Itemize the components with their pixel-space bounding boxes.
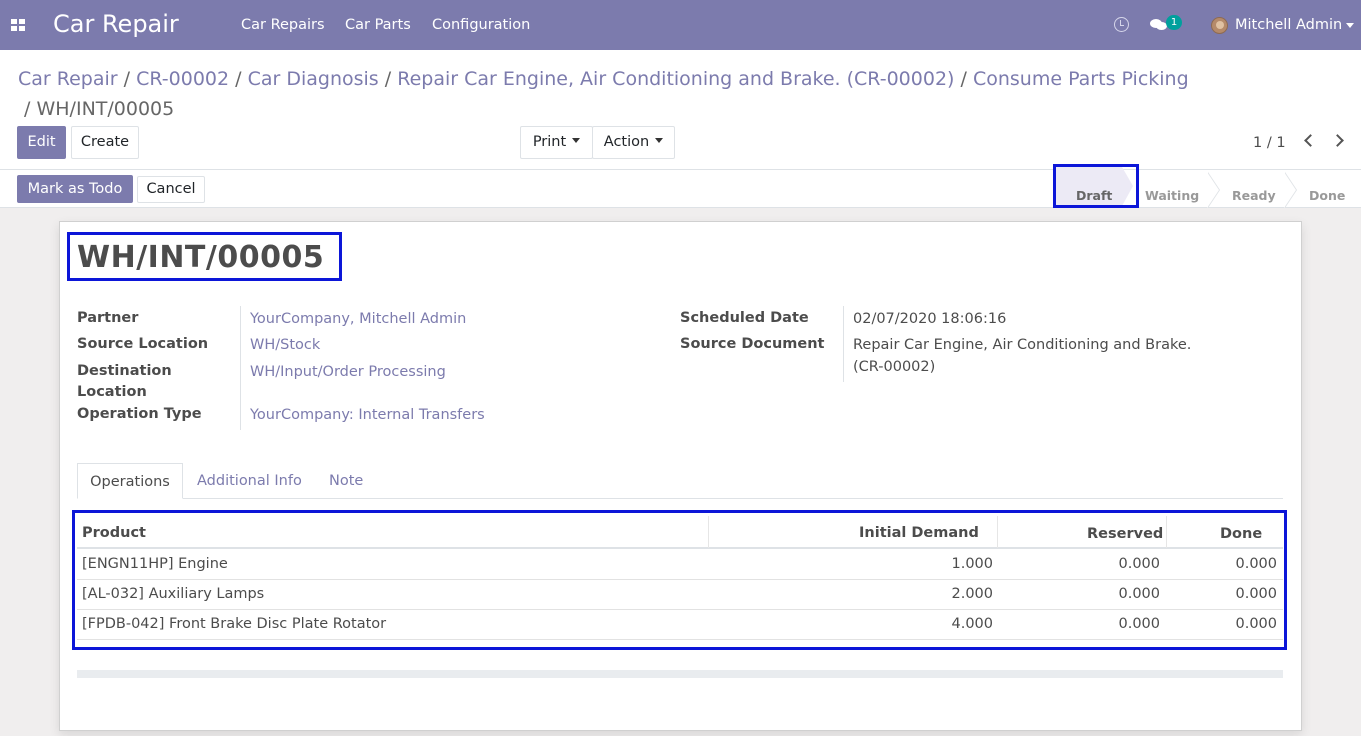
scheduled-date-label: Scheduled Date bbox=[680, 310, 809, 326]
record-title-highlight bbox=[67, 232, 342, 281]
action-label: Action bbox=[603, 134, 650, 150]
tab-operations[interactable]: Operations bbox=[77, 463, 183, 499]
tab-note[interactable]: Note bbox=[329, 473, 363, 489]
pager-value[interactable]: 1 / 1 bbox=[1253, 135, 1286, 151]
status-waiting[interactable]: Waiting bbox=[1145, 188, 1199, 203]
menu-car-repairs[interactable]: Car Repairs bbox=[241, 17, 325, 33]
draft-status-highlight bbox=[1053, 164, 1139, 208]
mark-as-todo-button[interactable]: Mark as Todo bbox=[17, 175, 133, 203]
control-divider bbox=[0, 169, 1361, 170]
messaging-icon[interactable] bbox=[1150, 18, 1167, 31]
menu-car-parts[interactable]: Car Parts bbox=[345, 17, 411, 33]
field-divider bbox=[240, 306, 241, 430]
table-footer-bar bbox=[77, 670, 1283, 678]
partner-label: Partner bbox=[77, 310, 139, 326]
status-ready[interactable]: Ready bbox=[1232, 188, 1276, 203]
activity-clock-icon[interactable] bbox=[1114, 17, 1129, 32]
source-location-field[interactable]: WH/Stock bbox=[250, 334, 320, 356]
operation-type-label: Operation Type bbox=[77, 406, 202, 422]
user-menu[interactable]: Mitchell Admin bbox=[1235, 17, 1342, 33]
cancel-button[interactable]: Cancel bbox=[137, 176, 205, 203]
breadcrumb-item[interactable]: Repair Car Engine, Air Conditioning and … bbox=[397, 68, 954, 90]
pager-previous-icon[interactable] bbox=[1304, 134, 1317, 147]
status-separator bbox=[1207, 172, 1222, 208]
app-title[interactable]: Car Repair bbox=[53, 10, 179, 38]
caret-down-icon bbox=[655, 138, 664, 143]
message-count-badge: 1 bbox=[1166, 15, 1182, 30]
field-divider bbox=[843, 306, 844, 382]
breadcrumb-item[interactable]: Consume Parts Picking bbox=[973, 68, 1189, 90]
create-button[interactable]: Create bbox=[71, 126, 139, 159]
print-dropdown[interactable]: Print bbox=[520, 126, 593, 159]
status-done[interactable]: Done bbox=[1309, 188, 1345, 203]
source-document-field[interactable]: Repair Car Engine, Air Conditioning and … bbox=[853, 334, 1203, 378]
breadcrumb-item[interactable]: Car Diagnosis bbox=[248, 68, 379, 90]
scheduled-date-field[interactable]: 02/07/2020 18:06:16 bbox=[853, 308, 1006, 330]
edit-button[interactable]: Edit bbox=[17, 126, 66, 159]
tabs-baseline bbox=[77, 498, 1283, 499]
operation-type-field[interactable]: YourCompany: Internal Transfers bbox=[250, 404, 485, 426]
source-document-label: Source Document bbox=[680, 336, 825, 352]
tab-additional-info[interactable]: Additional Info bbox=[197, 473, 302, 489]
pager-next-icon[interactable] bbox=[1331, 134, 1344, 147]
destination-location-label: Destination Location bbox=[77, 363, 172, 400]
source-location-label: Source Location bbox=[77, 336, 209, 352]
menu-configuration[interactable]: Configuration bbox=[432, 17, 530, 33]
top-navbar: Car Repair Car Repairs Car Parts Configu… bbox=[0, 0, 1361, 50]
control-panel: Car Repair / CR-00002 / Car Diagnosis / … bbox=[0, 50, 1361, 208]
apps-menu-icon[interactable] bbox=[11, 19, 25, 31]
destination-location-field[interactable]: WH/Input/Order Processing bbox=[250, 361, 446, 383]
partner-field[interactable]: YourCompany, Mitchell Admin bbox=[250, 308, 466, 330]
action-dropdown[interactable]: Action bbox=[592, 126, 675, 159]
breadcrumb-current: WH/INT/00005 bbox=[36, 98, 175, 120]
operations-table-highlight bbox=[72, 510, 1287, 650]
breadcrumb-item[interactable]: CR-00002 bbox=[136, 68, 229, 90]
print-label: Print bbox=[532, 134, 567, 150]
caret-down-icon bbox=[572, 138, 581, 143]
user-menu-caret-icon[interactable] bbox=[1346, 23, 1354, 28]
breadcrumb: Car Repair / CR-00002 / Car Diagnosis / … bbox=[18, 68, 1189, 120]
status-separator bbox=[1284, 172, 1299, 208]
breadcrumb-item[interactable]: Car Repair bbox=[18, 68, 118, 90]
user-avatar[interactable] bbox=[1211, 17, 1228, 34]
